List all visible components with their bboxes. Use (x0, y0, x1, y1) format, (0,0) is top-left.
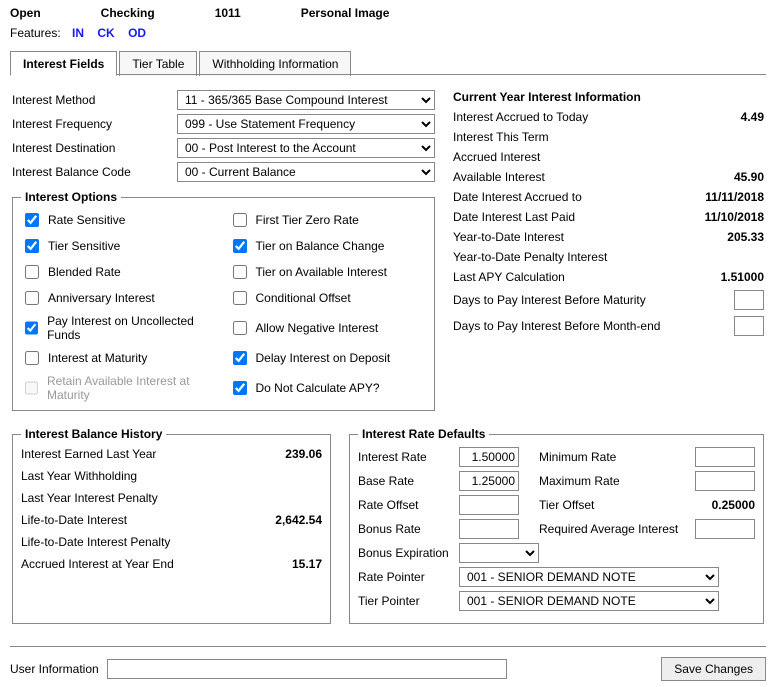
feature-in[interactable]: IN (72, 26, 84, 40)
tier-pointer-label: Tier Pointer (358, 594, 453, 608)
interest-destination-label: Interest Destination (12, 141, 177, 155)
allow-negative-checkbox[interactable]: Allow Negative Interest (229, 314, 427, 342)
ytd-interest-value: 205.33 (694, 230, 764, 244)
rate-offset-label: Rate Offset (358, 498, 453, 512)
last-apy-value: 1.51000 (694, 270, 764, 284)
tier-sensitive-checkbox[interactable]: Tier Sensitive (21, 236, 219, 256)
feature-ck[interactable]: CK (97, 26, 114, 40)
bonus-rate-input[interactable] (459, 519, 519, 539)
retain-available-checkbox: Retain Available Interest at Maturity (21, 374, 219, 402)
tab-withholding[interactable]: Withholding Information (199, 51, 351, 76)
account-type: Checking (101, 6, 155, 20)
base-rate-label: Base Rate (358, 474, 453, 488)
date-accrued-to-label: Date Interest Accrued to (453, 190, 582, 204)
delay-on-deposit-checkbox[interactable]: Delay Interest on Deposit (229, 348, 427, 368)
tier-offset-value: 0.25000 (695, 498, 755, 512)
tier-on-available-checkbox[interactable]: Tier on Available Interest (229, 262, 427, 282)
rate-sensitive-checkbox[interactable]: Rate Sensitive (21, 210, 219, 230)
history-legend: Interest Balance History (21, 427, 166, 441)
interest-rate-input[interactable] (459, 447, 519, 467)
last-apy-label: Last APY Calculation (453, 270, 565, 284)
conditional-offset-checkbox[interactable]: Conditional Offset (229, 288, 427, 308)
life-to-date-penalty-label: Life-to-Date Interest Penalty (21, 535, 170, 549)
date-last-paid-label: Date Interest Last Paid (453, 210, 575, 224)
tier-on-balance-change-checkbox[interactable]: Tier on Balance Change (229, 236, 427, 256)
minimum-rate-input[interactable] (695, 447, 755, 467)
interest-balance-code-select[interactable]: 00 - Current Balance (177, 162, 435, 182)
interest-balance-code-label: Interest Balance Code (12, 165, 177, 179)
tier-offset-label: Tier Offset (539, 498, 689, 512)
req-avg-label: Required Average Interest (539, 522, 689, 536)
bonus-rate-label: Bonus Rate (358, 522, 453, 536)
last-year-penalty-label: Last Year Interest Penalty (21, 491, 158, 505)
days-before-monthend-label: Days to Pay Interest Before Month-end (453, 319, 660, 333)
features-row: Features: IN CK OD (10, 26, 766, 40)
rate-offset-input[interactable] (459, 495, 519, 515)
accrued-today-label: Interest Accrued to Today (453, 110, 588, 124)
tab-strip: Interest Fields Tier Table Withholding I… (10, 50, 766, 76)
ytd-interest-label: Year-to-Date Interest (453, 230, 564, 244)
personal-image-label: Personal Image (301, 6, 390, 20)
accrued-year-end-label: Accrued Interest at Year End (21, 557, 174, 571)
first-tier-zero-checkbox[interactable]: First Tier Zero Rate (229, 210, 427, 230)
rate-pointer-label: Rate Pointer (358, 570, 453, 584)
life-to-date-value: 2,642.54 (275, 513, 322, 527)
tab-interest-fields[interactable]: Interest Fields (10, 51, 117, 76)
do-not-calc-apy-checkbox[interactable]: Do Not Calculate APY? (229, 374, 427, 402)
account-number: 1011 (215, 6, 241, 20)
bonus-expiration-select[interactable] (459, 543, 539, 563)
account-header: Open Checking 1011 Personal Image (10, 6, 766, 20)
interest-options-group: Interest Options Rate Sensitive First Ti… (12, 190, 435, 411)
anniversary-interest-checkbox[interactable]: Anniversary Interest (21, 288, 219, 308)
user-information-label: User Information (10, 662, 99, 676)
date-last-paid-value: 11/10/2018 (694, 210, 764, 224)
maximum-rate-label: Maximum Rate (539, 474, 689, 488)
interest-options-legend: Interest Options (21, 190, 121, 204)
days-before-monthend-input[interactable] (734, 316, 764, 336)
features-label: Features: (10, 26, 61, 40)
accrued-year-end-value: 15.17 (292, 557, 322, 571)
user-information-input[interactable] (107, 659, 507, 679)
date-accrued-to-value: 11/11/2018 (694, 190, 764, 204)
days-before-maturity-input[interactable] (734, 290, 764, 310)
interest-frequency-label: Interest Frequency (12, 117, 177, 131)
current-year-info: Current Year Interest Information Intere… (453, 90, 764, 336)
earned-last-year-label: Interest Earned Last Year (21, 447, 156, 461)
bonus-expiration-label: Bonus Expiration (358, 546, 453, 560)
accrued-today-value: 4.49 (694, 110, 764, 124)
earned-last-year-value: 239.06 (285, 447, 322, 461)
defaults-legend: Interest Rate Defaults (358, 427, 489, 441)
available-interest-value: 45.90 (694, 170, 764, 184)
this-term-label: Interest This Term (453, 130, 549, 144)
current-year-title: Current Year Interest Information (453, 90, 764, 104)
bottom-bar: User Information Save Changes (10, 646, 766, 681)
ytd-penalty-label: Year-to-Date Penalty Interest (453, 250, 607, 264)
life-to-date-label: Life-to-Date Interest (21, 513, 127, 527)
account-status: Open (10, 6, 41, 20)
blended-rate-checkbox[interactable]: Blended Rate (21, 262, 219, 282)
tab-tier-table[interactable]: Tier Table (119, 51, 197, 76)
available-interest-label: Available Interest (453, 170, 545, 184)
interest-balance-history-group: Interest Balance History Interest Earned… (12, 427, 331, 624)
days-before-maturity-label: Days to Pay Interest Before Maturity (453, 293, 646, 307)
interest-method-label: Interest Method (12, 93, 177, 107)
base-rate-input[interactable] (459, 471, 519, 491)
last-year-withholding-label: Last Year Withholding (21, 469, 137, 483)
accrued-interest-label: Accrued Interest (453, 150, 540, 164)
interest-rate-defaults-group: Interest Rate Defaults Interest Rate Min… (349, 427, 764, 624)
feature-od[interactable]: OD (128, 26, 146, 40)
minimum-rate-label: Minimum Rate (539, 450, 689, 464)
pay-uncollected-checkbox[interactable]: Pay Interest on Uncollected Funds (21, 314, 219, 342)
interest-at-maturity-checkbox[interactable]: Interest at Maturity (21, 348, 219, 368)
interest-destination-select[interactable]: 00 - Post Interest to the Account (177, 138, 435, 158)
interest-frequency-select[interactable]: 099 - Use Statement Frequency (177, 114, 435, 134)
save-changes-button[interactable]: Save Changes (661, 657, 766, 681)
maximum-rate-input[interactable] (695, 471, 755, 491)
interest-method-select[interactable]: 11 - 365/365 Base Compound Interest (177, 90, 435, 110)
tier-pointer-select[interactable]: 001 - SENIOR DEMAND NOTE (459, 591, 719, 611)
interest-rate-label: Interest Rate (358, 450, 453, 464)
rate-pointer-select[interactable]: 001 - SENIOR DEMAND NOTE (459, 567, 719, 587)
req-avg-input[interactable] (695, 519, 755, 539)
